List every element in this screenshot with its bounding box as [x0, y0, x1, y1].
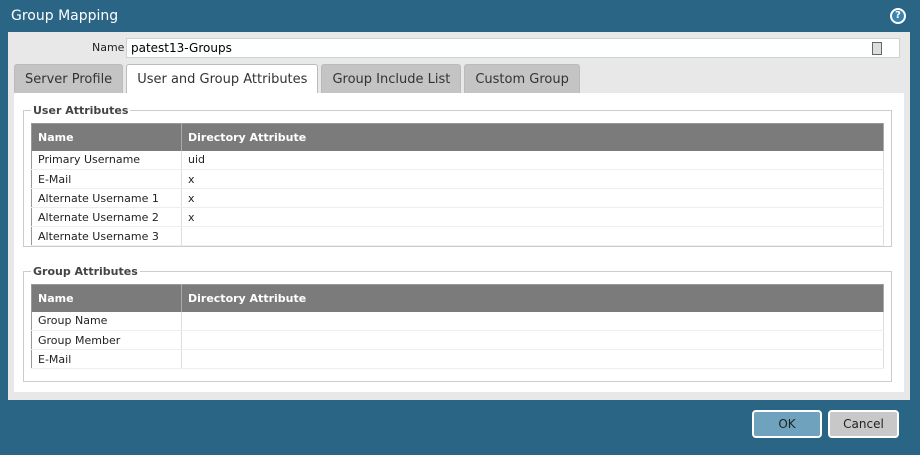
group-attributes-section: Group Attributes Name Directory Attribute… [23, 265, 892, 382]
table-row[interactable]: Group Member [31, 330, 884, 350]
table-row[interactable]: Alternate Username 1x [31, 188, 884, 208]
table-row[interactable]: Primary Username uid [31, 150, 884, 170]
section-legend: User Attributes [33, 104, 129, 117]
tab-content: User Attributes Name Directory Attribute … [14, 93, 904, 392]
cell: Alternate Username 1 [31, 188, 182, 208]
cell: Alternate Username 3 [31, 226, 182, 246]
name-input[interactable] [126, 38, 900, 58]
cell[interactable]: uid [181, 150, 884, 170]
table-row[interactable]: Alternate Username 2x [31, 207, 884, 227]
column-header[interactable]: Name [31, 123, 182, 151]
cell[interactable] [181, 349, 884, 369]
cell[interactable] [181, 330, 884, 350]
name-label: Name [92, 41, 125, 54]
cancel-button[interactable]: Cancel [828, 410, 899, 438]
user-attributes-table: Name Directory Attribute Primary Username… [31, 123, 884, 246]
cell[interactable]: x [181, 207, 884, 227]
table-row[interactable]: E-Mail [31, 349, 884, 369]
tab-bar: Server Profile User and Group Attributes… [14, 64, 580, 95]
cell[interactable] [181, 311, 884, 331]
section-legend: Group Attributes [33, 265, 138, 278]
ok-button[interactable]: OK [752, 410, 822, 438]
cell: E-Mail [31, 169, 182, 189]
cell: Group Name [31, 311, 182, 331]
help-icon[interactable]: ? [890, 8, 906, 24]
column-header[interactable]: Name [31, 284, 182, 312]
cell[interactable]: x [181, 188, 884, 208]
dialog-body: Name Server Profile User and Group Attri… [8, 32, 910, 400]
cell[interactable]: x [181, 169, 884, 189]
table-row[interactable]: E-Mail x [31, 169, 884, 189]
cell: Group Member [31, 330, 182, 350]
tab-custom-group[interactable]: Custom Group [464, 64, 580, 94]
table-row[interactable]: Group Name [31, 311, 884, 331]
user-attributes-section: User Attributes Name Directory Attribute … [23, 104, 892, 247]
tab-server-profile[interactable]: Server Profile [14, 64, 124, 94]
dialog-title: Group Mapping [11, 8, 119, 24]
group-attributes-table: Name Directory Attribute Group Name Group… [31, 284, 884, 369]
cell: E-Mail [31, 349, 182, 369]
tab-group-include-list[interactable]: Group Include List [321, 64, 462, 94]
cell: Primary Username [31, 150, 182, 170]
input-helper-icon[interactable] [872, 42, 882, 55]
tab-user-and-group-attributes[interactable]: User and Group Attributes [126, 64, 319, 95]
column-header[interactable]: Directory Attribute [181, 284, 884, 312]
cell: Alternate Username 2 [31, 207, 182, 227]
column-header[interactable]: Directory Attribute [181, 123, 884, 151]
cell[interactable] [181, 226, 884, 246]
table-row[interactable]: Alternate Username 3 [31, 226, 884, 246]
